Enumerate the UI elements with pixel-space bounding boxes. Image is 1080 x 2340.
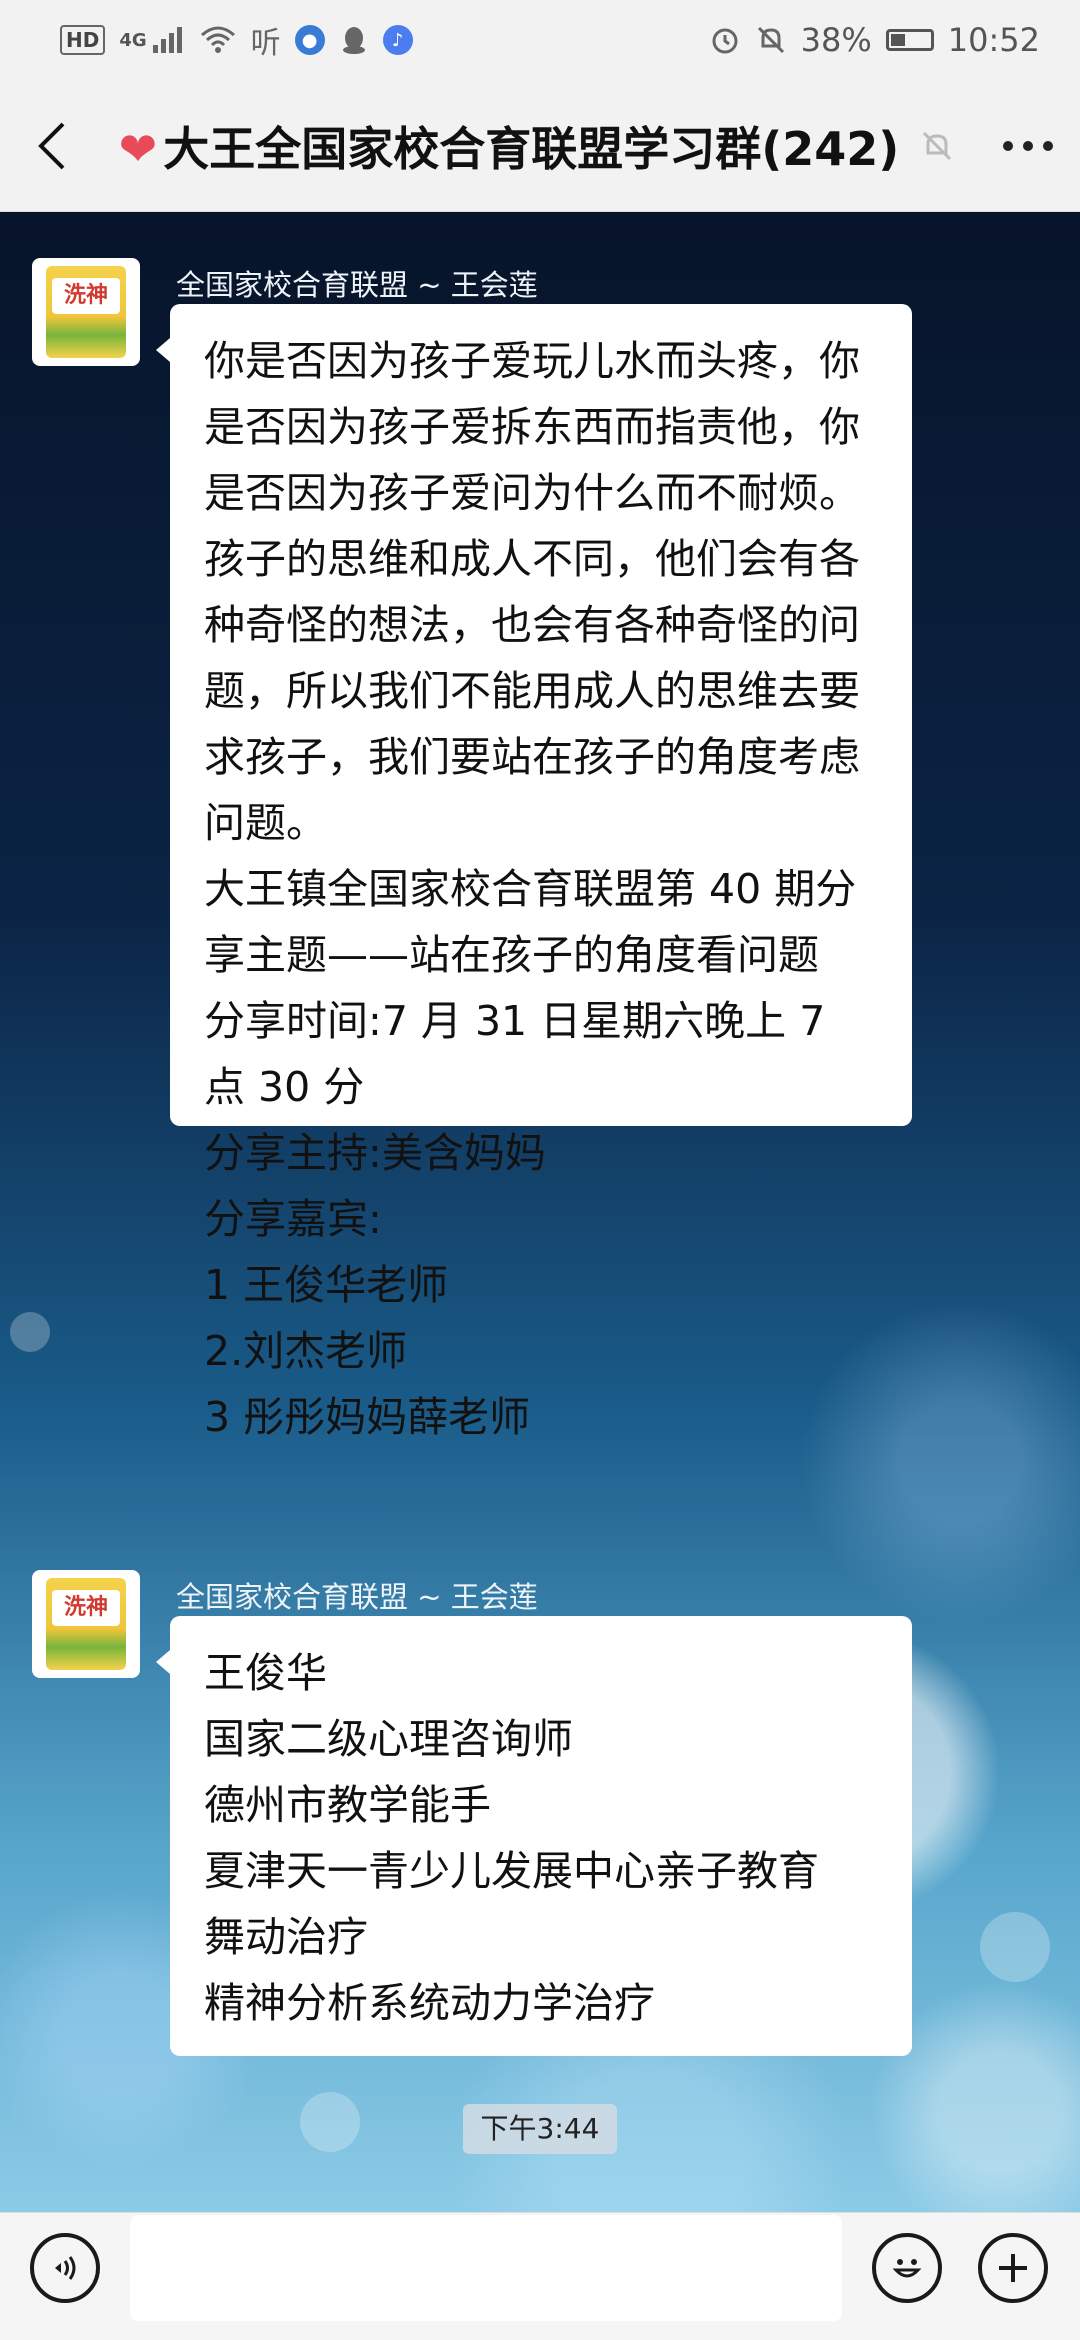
group-title-text: 大王全国家校合育联盟学习群(242) <box>163 121 900 176</box>
message-text: 3 彤彤妈妈薛老师 <box>204 1393 531 1441</box>
browser-app-icon: ● <box>294 25 325 55</box>
message-text: 舞动治疗 <box>204 1913 368 1961</box>
battery-percent: 38% <box>800 21 872 59</box>
group-title: ❤ 大王全国家校合育联盟学习群(242) <box>105 113 900 179</box>
plus-icon <box>999 2254 1027 2282</box>
status-right: 38% 10:52 <box>709 21 1040 59</box>
background-bokeh <box>10 1312 50 1352</box>
voice-button[interactable] <box>30 2233 100 2303</box>
avatar[interactable]: 洗神 <box>32 1570 140 1678</box>
smiley-icon <box>892 2259 922 2278</box>
avatar[interactable]: 洗神 <box>32 258 140 366</box>
emoji-button[interactable] <box>872 2233 942 2303</box>
more-functions-button[interactable] <box>978 2233 1048 2303</box>
status-left: HD 4G 听 ● ♪ <box>60 18 413 62</box>
message-text: 1 王俊华老师 <box>204 1261 449 1309</box>
message-text: 大王镇全国家校合育联盟第 40 期分享主题——站在孩子的角度看问题 <box>204 865 857 979</box>
more-dot-icon <box>1022 140 1033 151</box>
sender-name: 全国家校合育联盟 ~ 王会莲 <box>176 1580 538 1614</box>
message-text: 德州市教学能手 <box>204 1781 491 1829</box>
qq-icon <box>342 27 365 54</box>
background-bokeh <box>980 1912 1050 1982</box>
message-text: 分享主持:美含妈妈 <box>204 1129 546 1177</box>
battery-icon <box>885 29 934 51</box>
sender-name: 全国家校合育联盟 ~ 王会莲 <box>176 268 538 302</box>
voice-icon <box>55 2256 76 2280</box>
alarm-icon <box>712 28 738 54</box>
message-text: 分享嘉宾: <box>204 1195 382 1243</box>
more-dot-icon <box>1042 140 1053 151</box>
timestamp: 下午3:44 <box>463 2104 617 2154</box>
hd-badge: HD <box>60 25 106 55</box>
more-options-button[interactable] <box>975 140 1080 151</box>
more-dot-icon <box>1002 140 1013 151</box>
message-bubble[interactable]: 你是否因为孩子爱玩儿水而头疼，你是否因为孩子爱拆东西而指责他，你是否因为孩子爱问… <box>156 304 912 1441</box>
message-text: 精神分析系统动力学治疗 <box>204 1979 655 2027</box>
avatar-label: 洗神 <box>52 278 120 314</box>
back-arrow-icon <box>38 122 65 169</box>
message-input[interactable] <box>130 2215 842 2321</box>
status-bar: HD 4G 听 ● ♪ 38% 10:52 <box>0 0 1080 80</box>
input-bar <box>0 2212 1080 2340</box>
status-time: 10:52 <box>947 21 1040 59</box>
message-text: 你是否因为孩子爱玩儿水而头疼，你是否因为孩子爱拆东西而指责他，你是否因为孩子爱问… <box>204 337 860 847</box>
message-text: 王俊华 <box>204 1649 327 1697</box>
message-bubble[interactable]: 王俊华 国家二级心理咨询师 德州市教学能手 夏津天一青少儿发展中心亲子教育 舞动… <box>156 1616 912 2056</box>
muted-bell-icon <box>923 131 952 160</box>
wifi-icon <box>200 26 235 53</box>
message-text: 国家二级心理咨询师 <box>204 1715 573 1763</box>
listen-app-icon: 听 <box>250 26 281 61</box>
message-text: 分享时间:7 月 31 日星期六晚上 7 点 30 分 <box>204 997 826 1111</box>
back-button[interactable] <box>0 80 105 212</box>
avatar-label: 洗神 <box>52 1590 120 1626</box>
background-bokeh <box>300 2092 360 2152</box>
chat-header: ❤ 大王全国家校合育联盟学习群(242) <box>0 80 1080 212</box>
mute-indicator <box>899 128 975 164</box>
mute-bell-icon <box>757 26 784 54</box>
message-text: 夏津天一青少儿发展中心亲子教育 <box>204 1847 819 1895</box>
music-app-icon: ♪ <box>382 25 413 55</box>
signal-icon <box>152 27 182 53</box>
message-text: 2.刘杰老师 <box>204 1327 408 1375</box>
network-type: 4G <box>119 29 147 51</box>
chat-area[interactable]: 洗神 全国家校合育联盟 ~ 王会莲 你是否因为孩子爱玩儿水而头疼，你是否因为孩子… <box>0 212 1080 2212</box>
heart-icon: ❤ <box>118 121 158 176</box>
